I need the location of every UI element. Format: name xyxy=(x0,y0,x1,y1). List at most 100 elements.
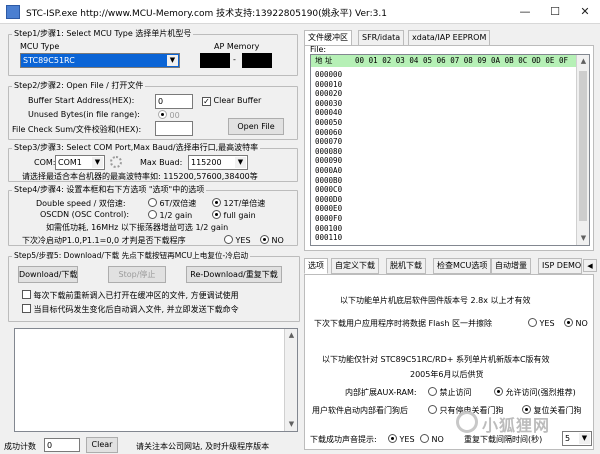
aux-ram-enable-radio[interactable] xyxy=(494,387,503,396)
tab-file-buffer[interactable]: 文件缓冲区 xyxy=(304,30,352,46)
hex-row-address: 000090 xyxy=(315,156,343,166)
column-header: 0A xyxy=(491,56,501,65)
hex-view[interactable]: 地 址 00 01 02 03 04 05 06 07 08 09 0A 0B 0C 0D 0E 0F 000… xyxy=(310,54,590,246)
p1-yes-radio[interactable] xyxy=(224,235,233,244)
com-port-select[interactable]: COM1 ▼ xyxy=(55,155,105,170)
buffer-start-input[interactable]: 0 xyxy=(155,94,193,109)
aux-ram-label: 内部扩展AUX-RAM: xyxy=(345,388,417,397)
hex-row-address: 000080 xyxy=(315,146,343,156)
scroll-up-icon[interactable]: ▲ xyxy=(577,55,589,68)
redownload-button[interactable]: Re-Download/重复下载 xyxy=(186,266,282,283)
hex-row-address: 000010 xyxy=(315,79,343,89)
chevron-down-icon: ▼ xyxy=(167,55,178,66)
tab-offline-download[interactable]: 脱机下载 xyxy=(386,258,426,274)
scroll-down-icon[interactable]: ▼ xyxy=(577,232,589,245)
oscdn-half-radio[interactable] xyxy=(148,210,157,219)
erase-yes-option[interactable]: YES xyxy=(528,318,555,328)
column-header: 0F xyxy=(559,56,569,65)
reload-file-option[interactable]: 每次下载前重新调入已打开在缓冲区的文件, 方便调试使用 xyxy=(22,290,239,301)
column-header: 0C xyxy=(518,56,528,65)
p1-yes-label: YES xyxy=(235,236,251,245)
scroll-up-icon[interactable]: ▲ xyxy=(285,329,298,342)
beep-yes-option[interactable]: YES xyxy=(388,434,415,444)
scroll-thumb[interactable] xyxy=(579,71,587,221)
firmware-note: 以下功能单片机底层软件固件版本号 2.8x 以上才有效 xyxy=(340,296,531,305)
stop-button[interactable]: Stop/停止 xyxy=(108,266,166,283)
log-output[interactable]: ▲ ▼ xyxy=(14,328,298,432)
speed-6t-option[interactable]: 6T/双倍速 xyxy=(148,198,196,209)
oscdn-half-option[interactable]: 1/2 gain xyxy=(148,210,192,220)
column-header: 01 xyxy=(368,56,378,65)
success-count-label: 成功计数 xyxy=(4,442,36,451)
p1-no-radio[interactable] xyxy=(260,235,269,244)
column-header: 0B xyxy=(504,56,514,65)
oscdn-label: OSCDN (OSC Control): xyxy=(40,210,130,219)
tab-isp-demo[interactable]: ISP DEMO xyxy=(538,258,582,274)
erase-yes-label: YES xyxy=(539,319,555,328)
speed-6t-radio[interactable] xyxy=(148,198,157,207)
unused-bytes-label: Unused Bytes(in file range): xyxy=(28,110,140,119)
clear-buffer-option[interactable]: ✓ Clear Buffer xyxy=(202,96,261,106)
aux-ram-disable-radio[interactable] xyxy=(428,387,437,396)
auto-send-checkbox[interactable] xyxy=(22,304,31,313)
download-button[interactable]: Download/下载 xyxy=(18,266,78,283)
tab-xdata-eeprom[interactable]: xdata/IAP EEPROM xyxy=(408,30,491,46)
hex-scrollbar[interactable]: ▲ ▼ xyxy=(576,55,589,245)
speed-12t-radio[interactable] xyxy=(212,198,221,207)
hex-row-address: 000110 xyxy=(315,233,343,243)
speed-12t-option[interactable]: 12T/单倍速 xyxy=(212,198,265,209)
tab-scroll-left-icon[interactable]: ◀ xyxy=(583,259,597,272)
speed-6t-label: 6T/双倍速 xyxy=(159,199,197,208)
tab-custom-download[interactable]: 自定义下载 xyxy=(331,258,379,274)
p1-no-option[interactable]: NO xyxy=(260,235,284,245)
clear-count-button[interactable]: Clear xyxy=(86,437,118,453)
gain-note: 如需低功耗, 16MHz 以下振荡器增益可选 1/2 gain xyxy=(46,223,229,232)
ap-memory-label: AP Memory xyxy=(214,42,260,51)
oscdn-full-radio[interactable] xyxy=(212,210,221,219)
erase-no-option[interactable]: NO xyxy=(564,318,588,328)
address-header: 地 址 xyxy=(315,56,333,65)
beep-no-radio[interactable] xyxy=(420,434,429,443)
support-note: 以下功能仅针对 STC89C51RC/RD+ 系列单片机新版本C版有效 xyxy=(322,355,550,364)
maximize-button[interactable]: ☐ xyxy=(540,0,570,24)
reload-file-checkbox[interactable] xyxy=(22,290,31,299)
unused-bytes-option: 00 xyxy=(158,110,180,120)
chevron-down-icon: ▼ xyxy=(92,157,103,168)
beep-yes-radio[interactable] xyxy=(388,434,397,443)
close-button[interactable]: ✕ xyxy=(570,0,600,24)
watchdog-poweroff-radio[interactable] xyxy=(428,405,437,414)
column-headers: 00 01 02 03 04 05 06 07 08 09 0A 0B 0C 0D 0E 0F xyxy=(355,56,575,66)
tab-check-mcu[interactable]: 检查MCU选项 xyxy=(433,258,492,274)
max-baud-label: Max Buad: xyxy=(140,158,183,167)
erase-yes-radio[interactable] xyxy=(528,318,537,327)
scroll-down-icon[interactable]: ▼ xyxy=(285,418,298,431)
clear-buffer-checkbox[interactable]: ✓ xyxy=(202,97,211,106)
max-baud-select[interactable]: 115200 ▼ xyxy=(188,155,248,170)
ap-memory-end xyxy=(242,53,272,68)
erase-no-radio[interactable] xyxy=(564,318,573,327)
retry-interval-select[interactable]: 5 ▼ xyxy=(562,431,592,446)
beep-no-option[interactable]: NO xyxy=(420,434,444,444)
retry-interval-value: 5 xyxy=(565,434,571,443)
upgrade-notice: 请关注本公司网站, 及时升级程序版本 xyxy=(136,442,270,451)
step3-title: Step3/步骤3: Select COM Port,Max Baud/选择串行… xyxy=(12,142,261,153)
window-title: STC-ISP.exe http://www.MCU-Memory.com 技术… xyxy=(26,9,387,19)
watermark-text: 小狐狸网 xyxy=(482,416,551,435)
aux-ram-disable-option[interactable]: 禁止访问 xyxy=(428,387,472,398)
log-scrollbar[interactable]: ▲ ▼ xyxy=(284,329,297,431)
mcu-type-select[interactable]: STC89C51RC ▼ xyxy=(20,53,180,68)
tab-auto-increment[interactable]: 自动增量 xyxy=(491,258,531,274)
p1-yes-option[interactable]: YES xyxy=(224,235,251,245)
hex-row-address: 000050 xyxy=(315,117,343,127)
minimize-button[interactable]: — xyxy=(510,0,540,24)
column-header: 00 xyxy=(355,56,365,65)
date-note: 2005年6月以后供货 xyxy=(410,370,484,379)
auto-send-option[interactable]: 当目标代码发生变化后自动调入文件, 并立即发送下载命令 xyxy=(22,304,239,315)
aux-ram-enable-option[interactable]: 允许访问(强烈推荐) xyxy=(494,387,576,398)
oscdn-full-option[interactable]: full gain xyxy=(212,210,256,220)
tab-sfr-idata[interactable]: SFR/idata xyxy=(358,30,405,46)
title-bar: STC-ISP.exe http://www.MCU-Memory.com 技术… xyxy=(0,0,600,24)
aux-ram-enable-label: 允许访问(强烈推荐) xyxy=(505,388,576,397)
open-file-button[interactable]: Open File xyxy=(228,118,284,135)
tab-options[interactable]: 选项 xyxy=(304,258,328,274)
